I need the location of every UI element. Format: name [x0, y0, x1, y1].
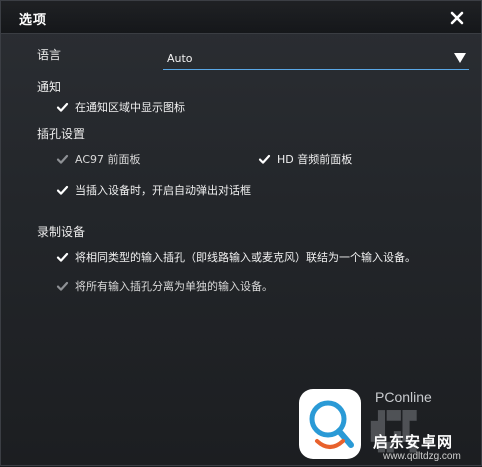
magnifier-logo-icon [309, 400, 354, 449]
chevron-down-icon [454, 53, 466, 63]
ac97-checkbox[interactable]: AC97 前面板 [55, 150, 141, 168]
auto-popup-label: 当插入设备时，开启自动弹出对话框 [75, 184, 251, 197]
hd-audio-checkbox[interactable]: HD 音频前面板 [257, 150, 352, 168]
language-select[interactable]: Auto [163, 47, 469, 70]
watermark-cn: 启东安卓网 [373, 433, 454, 451]
title-bar: 选项 [1, 1, 481, 34]
notify-heading: 通知 [37, 80, 62, 94]
jack-heading: 插孔设置 [37, 127, 86, 141]
language-select-value: Auto [167, 52, 193, 65]
check-icon [55, 250, 70, 265]
watermark: PConline ▟▀▛ ▜▞▚ 启东安卓网 www.qdltdzg.com [285, 385, 482, 467]
watermark-brand: PConline [375, 389, 432, 405]
check-icon [257, 152, 272, 167]
check-icon [55, 183, 70, 198]
check-icon [55, 152, 70, 167]
check-icon [55, 100, 70, 115]
watermark-url: www.qdltdzg.com [383, 451, 461, 462]
close-icon [450, 11, 464, 25]
recording-heading: 录制设备 [37, 225, 86, 239]
show-icon-label: 在通知区域中显示图标 [75, 101, 185, 114]
show-icon-checkbox[interactable]: 在通知区域中显示图标 [55, 98, 185, 116]
merge-inputs-radio[interactable]: 将相同类型的输入插孔（即线路输入或麦克风）联结为一个输入设备。 [55, 248, 416, 266]
watermark-blur-mark: ▟▀▛ ▜▞▚ [371, 411, 419, 453]
hd-audio-label: HD 音频前面板 [277, 153, 353, 166]
separate-inputs-radio[interactable]: 将所有输入插孔分离为单独的输入设备。 [55, 277, 273, 295]
close-button[interactable] [447, 8, 467, 28]
window-title: 选项 [19, 13, 48, 28]
ac97-label: AC97 前面板 [75, 153, 141, 166]
merge-inputs-label: 将相同类型的输入插孔（即线路输入或麦克风）联结为一个输入设备。 [75, 251, 416, 264]
options-dialog: 选项 语言 Auto 通知 在通知区域中显示图标 插孔设置 AC97 前面板 H… [0, 0, 482, 466]
watermark-logo [299, 389, 361, 459]
language-label: 语言 [37, 48, 62, 62]
check-icon [55, 279, 70, 294]
separate-inputs-label: 将所有输入插孔分离为单独的输入设备。 [75, 280, 273, 293]
auto-popup-checkbox[interactable]: 当插入设备时，开启自动弹出对话框 [55, 181, 251, 199]
